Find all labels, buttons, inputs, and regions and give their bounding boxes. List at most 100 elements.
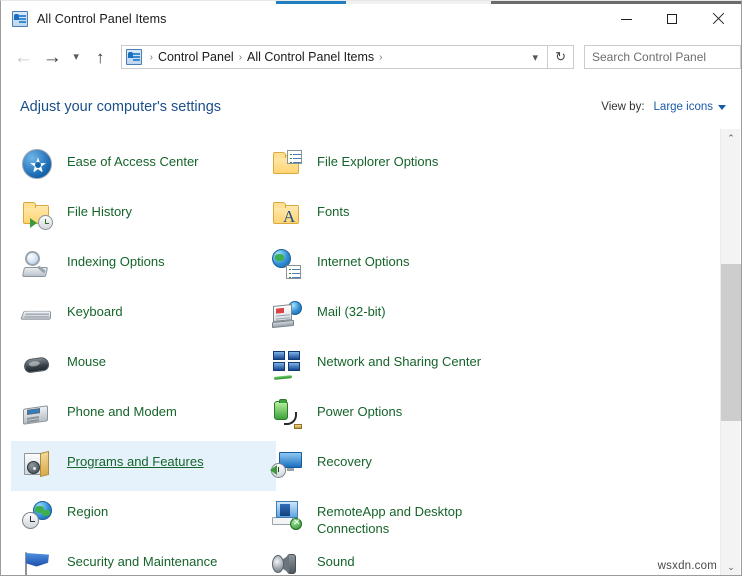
- control-panel-item-network-and-sharing-center[interactable]: Network and Sharing Center: [266, 341, 521, 391]
- item-label: Sound: [317, 553, 355, 570]
- scroll-down-button[interactable]: ⌄: [721, 558, 741, 576]
- ease-of-access-icon: [21, 148, 53, 180]
- control-panel-icon: [12, 11, 28, 27]
- recovery-icon: [271, 448, 303, 480]
- tab-strip-accent-segment: [276, 1, 346, 4]
- item-label: Security and Maintenance: [67, 553, 217, 570]
- file-history-icon: [21, 198, 53, 230]
- title-bar: All Control Panel Items: [1, 5, 741, 33]
- region-icon: [21, 498, 53, 530]
- control-panel-item-file-history[interactable]: File History: [16, 191, 264, 241]
- forward-button[interactable]: →: [38, 42, 67, 72]
- programs-and-features-icon: [21, 448, 53, 480]
- items-area: Ease of Access Center File History Index…: [2, 129, 723, 576]
- internet-options-icon: [271, 248, 303, 280]
- scroll-up-button[interactable]: ⌃: [721, 129, 741, 147]
- scrollbar-thumb[interactable]: [721, 264, 741, 421]
- control-panel-item-recovery[interactable]: Recovery: [266, 441, 521, 491]
- item-label: Mail (32-bit): [317, 303, 386, 320]
- control-panel-item-indexing-options[interactable]: Indexing Options: [16, 241, 264, 291]
- item-label: Region: [67, 503, 108, 520]
- breadcrumb-item-all-control-panel-items[interactable]: All Control Panel Items: [247, 50, 374, 64]
- control-panel-item-security-and-maintenance[interactable]: Security and Maintenance: [16, 541, 264, 576]
- up-one-level-button[interactable]: ↑: [86, 42, 115, 72]
- refresh-button[interactable]: ↻: [548, 45, 574, 69]
- chevron-down-icon: ▾: [73, 52, 79, 63]
- breadcrumb-dropdown-button[interactable]: ▾: [533, 51, 539, 64]
- vertical-scrollbar[interactable]: ⌃ ⌄: [720, 129, 740, 576]
- control-panel-item-mouse[interactable]: Mouse: [16, 341, 264, 391]
- maximize-button[interactable]: [649, 5, 695, 33]
- breadcrumb-separator: ›: [379, 52, 382, 63]
- network-and-sharing-center-icon: [271, 348, 303, 380]
- up-arrow-icon: ↑: [96, 49, 105, 66]
- security-and-maintenance-icon: [21, 548, 53, 576]
- control-panel-item-internet-options[interactable]: Internet Options: [266, 241, 521, 291]
- item-label: Fonts: [317, 203, 350, 220]
- item-label: Indexing Options: [67, 253, 165, 270]
- minimize-icon: [621, 19, 632, 20]
- items-column-right: File Explorer Options A Fonts Internet O…: [266, 141, 521, 576]
- control-panel-item-region[interactable]: Region: [16, 491, 264, 541]
- control-panel-item-power-options[interactable]: Power Options: [266, 391, 521, 441]
- control-panel-item-file-explorer-options[interactable]: File Explorer Options: [266, 141, 521, 191]
- minimize-button[interactable]: [603, 5, 649, 33]
- watermark: wsxdn.com: [656, 560, 719, 572]
- back-arrow-icon: ←: [14, 48, 33, 67]
- item-label: Keyboard: [67, 303, 123, 320]
- breadcrumb-item-control-panel[interactable]: Control Panel: [158, 50, 234, 64]
- refresh-icon: ↻: [555, 49, 566, 65]
- recent-locations-button[interactable]: ▾: [67, 42, 86, 72]
- mail-icon: [271, 298, 303, 330]
- window-title: All Control Panel Items: [37, 12, 166, 26]
- view-by-label: View by:: [601, 101, 644, 113]
- breadcrumb[interactable]: › Control Panel › All Control Panel Item…: [121, 45, 548, 69]
- item-label: RemoteApp and Desktop Connections: [317, 503, 507, 537]
- power-options-icon: [271, 398, 303, 430]
- remoteapp-and-desktop-connections-icon: [271, 498, 303, 530]
- maximize-icon: [667, 14, 677, 24]
- item-label: File Explorer Options: [317, 153, 438, 170]
- search-box[interactable]: [584, 45, 741, 69]
- fonts-icon: A: [271, 198, 303, 230]
- window-controls: [603, 5, 741, 33]
- chevron-up-icon: ⌃: [727, 133, 735, 144]
- control-panel-item-sound[interactable]: Sound: [266, 541, 521, 576]
- items-column-left: Ease of Access Center File History Index…: [16, 141, 264, 576]
- control-panel-item-fonts[interactable]: A Fonts: [266, 191, 521, 241]
- items-grid: Ease of Access Center File History Index…: [2, 129, 723, 141]
- item-label: Phone and Modem: [67, 403, 177, 420]
- search-input[interactable]: [592, 50, 742, 64]
- item-label: Programs and Features: [67, 453, 204, 470]
- control-panel-item-phone-and-modem[interactable]: Phone and Modem: [16, 391, 264, 441]
- item-label: Recovery: [317, 453, 372, 470]
- view-by-control[interactable]: View by: Large icons: [601, 101, 726, 113]
- control-panel-item-ease-of-access-center[interactable]: Ease of Access Center: [16, 141, 264, 191]
- tab-strip-right-segment: [491, 1, 742, 4]
- forward-arrow-icon: →: [43, 48, 62, 67]
- page-subheader: Adjust your computer's settings View by:…: [1, 89, 741, 125]
- item-label: Network and Sharing Center: [317, 353, 481, 370]
- indexing-options-icon: [21, 248, 53, 280]
- item-label: Power Options: [317, 403, 402, 420]
- breadcrumb-separator: ›: [239, 52, 242, 63]
- chevron-down-icon[interactable]: [718, 105, 726, 110]
- close-button[interactable]: [695, 5, 741, 33]
- back-button[interactable]: ←: [9, 42, 38, 72]
- control-panel-item-mail[interactable]: Mail (32-bit): [266, 291, 521, 341]
- phone-and-modem-icon: [21, 398, 53, 430]
- control-panel-icon: [126, 49, 142, 65]
- control-panel-item-remoteapp-and-desktop-connections[interactable]: RemoteApp and Desktop Connections: [266, 491, 521, 541]
- control-panel-item-programs-and-features[interactable]: Programs and Features: [11, 441, 276, 491]
- sound-icon: [271, 548, 303, 576]
- item-label: File History: [67, 203, 132, 220]
- control-panel-item-keyboard[interactable]: Keyboard: [16, 291, 264, 341]
- file-explorer-options-icon: [271, 148, 303, 180]
- keyboard-icon: [21, 298, 53, 330]
- item-label: Ease of Access Center: [67, 153, 199, 170]
- view-by-value[interactable]: Large icons: [654, 101, 713, 113]
- chevron-down-icon: ⌄: [727, 562, 735, 573]
- item-label: Mouse: [67, 353, 106, 370]
- page-title: Adjust your computer's settings: [20, 99, 221, 115]
- breadcrumb-separator: ›: [150, 52, 153, 63]
